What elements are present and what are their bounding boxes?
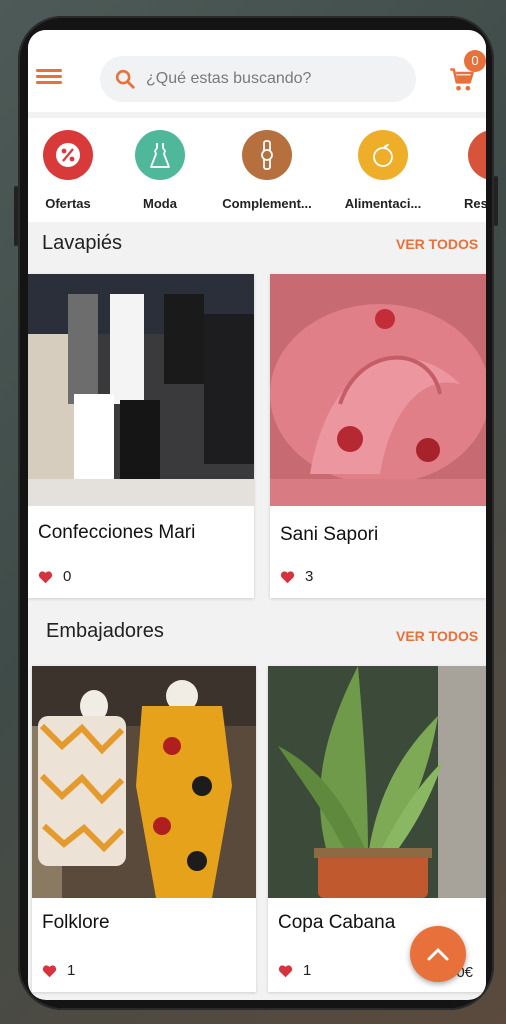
hamburger-menu-icon[interactable]	[36, 66, 62, 88]
app-screen: 0 Ofertas Moda	[28, 30, 486, 1000]
store-image	[32, 666, 256, 898]
store-image	[268, 666, 486, 898]
like-count[interactable]: 1	[42, 962, 75, 979]
store-name: Folklore	[42, 912, 110, 933]
category-label: Ofertas	[45, 196, 91, 211]
store-card[interactable]: Confecciones Mari 0	[28, 274, 254, 598]
category-label: Complement...	[222, 196, 312, 211]
fruit-icon	[358, 130, 408, 180]
power-button	[494, 176, 498, 226]
category-carousel[interactable]: Ofertas Moda Complement... Alimentaci...…	[28, 118, 486, 222]
like-count-value: 1	[67, 962, 76, 979]
like-count-value: 0	[63, 568, 72, 585]
category-label: Alimentaci...	[344, 196, 422, 211]
category-restaurantes[interactable]: Resta	[464, 130, 486, 211]
category-complementos[interactable]: Complement...	[214, 130, 320, 211]
like-count[interactable]: 0	[38, 568, 71, 585]
see-all-button[interactable]: VER TODOS	[396, 236, 478, 252]
chevron-up-icon	[427, 948, 449, 961]
heart-icon	[278, 964, 293, 977]
category-alimentacion[interactable]: Alimentaci...	[334, 130, 432, 211]
store-card[interactable]: Sani Sapori 3	[270, 274, 486, 598]
section-title: Embajadores	[46, 620, 164, 642]
search-input[interactable]	[144, 69, 388, 89]
scroll-to-top-button[interactable]	[410, 926, 466, 982]
category-ofertas[interactable]: Ofertas	[40, 130, 96, 211]
percent-tag-icon	[43, 130, 93, 180]
dress-icon	[135, 130, 185, 180]
search-icon	[115, 69, 135, 89]
heart-icon	[42, 964, 57, 977]
store-name: Copa Cabana	[278, 912, 396, 933]
search-bar[interactable]	[100, 56, 416, 102]
restaurant-icon	[468, 130, 486, 180]
like-count[interactable]: 1	[278, 962, 311, 979]
store-image	[270, 274, 486, 506]
cart-count-badge: 0	[464, 50, 486, 72]
see-all-button[interactable]: VER TODOS	[396, 628, 478, 644]
store-name: Confecciones Mari	[38, 522, 196, 543]
category-label: Resta	[464, 196, 486, 211]
like-count[interactable]: 3	[280, 568, 313, 585]
like-count-value: 1	[303, 962, 312, 979]
section-title: Lavapiés	[42, 232, 123, 254]
store-image	[28, 274, 254, 506]
heart-icon	[38, 570, 53, 583]
top-bar: 0	[28, 30, 486, 112]
category-moda[interactable]: Moda	[132, 130, 188, 211]
store-name: Sani Sapori	[280, 524, 379, 545]
volume-button	[14, 186, 18, 246]
store-card[interactable]: Folklore 1	[32, 666, 256, 992]
heart-icon	[280, 570, 295, 583]
category-label: Moda	[143, 196, 177, 211]
watch-icon	[242, 130, 292, 180]
like-count-value: 3	[305, 568, 314, 585]
